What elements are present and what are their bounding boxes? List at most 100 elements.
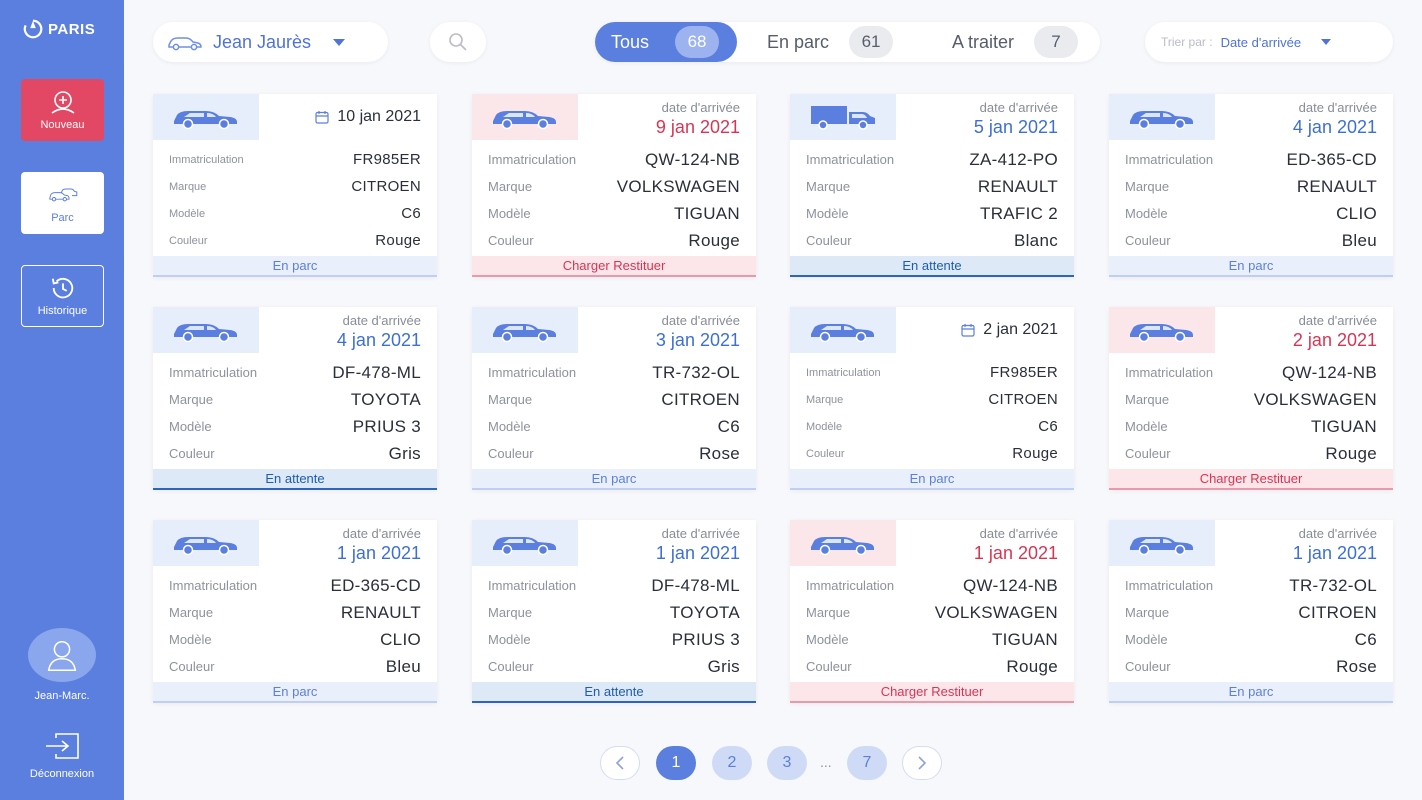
vehicle-thumbnail [153, 520, 259, 566]
filter-all-label: Tous [611, 31, 650, 52]
model-label: Modèle [1125, 632, 1168, 647]
history-button-label: Historique [37, 305, 88, 317]
vehicle-card[interactable]: date d'arrivée 4 jan 2021 Immatriculatio… [1109, 94, 1393, 277]
brand-row: Marque TOYOTA [169, 386, 421, 413]
vehicle-card[interactable]: date d'arrivée 1 jan 2021 Immatriculatio… [790, 520, 1074, 703]
color-row: Couleur Blanc [806, 227, 1058, 254]
model-row: Modèle C6 [1125, 626, 1377, 653]
color-row: Couleur Rouge [806, 653, 1058, 680]
arrival-date: 10 jan 2021 [315, 108, 421, 126]
plate-label: Immatriculation [1125, 365, 1214, 380]
sort-label: Trier par : [1161, 35, 1213, 49]
new-button[interactable]: Nouveau [21, 79, 104, 141]
chevron-down-icon [333, 38, 346, 46]
page-2-button[interactable]: 2 [712, 746, 752, 780]
brand-label: Marque [488, 605, 533, 620]
brand-label: Marque [169, 605, 214, 620]
model-row: Modèle PRIUS 3 [488, 626, 740, 653]
color-value: Blanc [1013, 230, 1058, 250]
brand-row: Marque RENAULT [1125, 173, 1377, 200]
vehicle-card[interactable]: date d'arrivée 5 jan 2021 Immatriculatio… [790, 94, 1074, 277]
plate-row: Immatriculation DF-478-ML [488, 572, 740, 599]
vehicle-card[interactable]: 2 jan 2021 Immatriculation FR985ER Marque… [790, 307, 1074, 490]
model-value: C6 [401, 205, 421, 222]
vehicle-details: Immatriculation FR985ER Marque CITROEN Mod… [169, 146, 421, 254]
vehicle-thumbnail [790, 94, 896, 140]
arrival-date-label: date d'arrivée [979, 526, 1058, 541]
brand-row: Marque CITROEN [806, 386, 1058, 413]
car-icon [1130, 537, 1193, 556]
page-3-button[interactable]: 3 [767, 746, 807, 780]
vehicle-card[interactable]: date d'arrivée 1 jan 2021 Immatriculatio… [472, 520, 756, 703]
arrival-date-value: 1 jan 2021 [655, 543, 740, 563]
plate-row: Immatriculation QW-124-NB [806, 572, 1058, 599]
arrival-date-label: date d'arrivée [1298, 526, 1377, 541]
arrival-date: date d'arrivée 2 jan 2021 [1293, 313, 1377, 351]
location-select[interactable]: Jean Jaurès [153, 22, 388, 62]
arrival-date-value: 1 jan 2021 [973, 543, 1058, 563]
plate-label: Immatriculation [169, 153, 244, 166]
model-value: PRIUS 3 [671, 629, 740, 649]
plate-label: Immatriculation [488, 578, 577, 593]
color-label: Couleur [169, 446, 215, 461]
brand-label: Marque [169, 180, 207, 193]
arrival-date: date d'arrivée 1 jan 2021 [974, 526, 1058, 564]
plate-row: Immatriculation TR-732-OL [488, 359, 740, 386]
filter-to-process[interactable]: A traiter 7 [952, 22, 1079, 62]
vehicle-card[interactable]: 10 jan 2021 Immatriculation FR985ER Marqu… [153, 94, 437, 277]
search-icon [449, 33, 467, 51]
prev-page-button[interactable] [600, 746, 640, 780]
page-7-button[interactable]: 7 [847, 746, 887, 780]
arrival-date-value: 2 jan 2021 [1292, 330, 1377, 350]
color-value: Gris [707, 656, 740, 676]
color-label: Couleur [806, 233, 852, 248]
plate-label: Immatriculation [806, 366, 881, 379]
page-1-button[interactable]: 1 [656, 746, 696, 780]
model-row: Modèle TIGUAN [1125, 413, 1377, 440]
vehicle-card[interactable]: date d'arrivée 2 jan 2021 Immatriculatio… [1109, 307, 1393, 490]
plate-row: Immatriculation ZA-412-PO [806, 146, 1058, 173]
arrival-date-label: date d'arrivée [342, 313, 421, 328]
vehicle-card[interactable]: date d'arrivée 1 jan 2021 Immatriculatio… [1109, 520, 1393, 703]
color-row: Couleur Gris [169, 440, 421, 467]
color-label: Couleur [1125, 659, 1171, 674]
vehicle-card[interactable]: date d'arrivée 9 jan 2021 Immatriculatio… [472, 94, 756, 277]
plate-label: Immatriculation [169, 578, 258, 593]
model-row: Modèle C6 [806, 413, 1058, 440]
arrival-date-value: 5 jan 2021 [973, 117, 1058, 137]
model-value: CLIO [1336, 203, 1377, 223]
history-button[interactable]: Historique [21, 265, 104, 327]
car-icon [1130, 111, 1193, 130]
color-label: Couleur [806, 659, 852, 674]
next-page-button[interactable] [902, 746, 942, 780]
model-value: C6 [717, 416, 740, 436]
parc-button[interactable]: Parc [21, 172, 104, 234]
filter-in-parc[interactable]: En parc 61 [767, 22, 894, 62]
color-value: Bleu [385, 656, 421, 676]
plate-value: QW-124-NB [1282, 362, 1377, 382]
car-icon [493, 537, 556, 556]
plate-row: Immatriculation FR985ER [806, 359, 1058, 386]
arrival-date: date d'arrivée 1 jan 2021 [1293, 526, 1377, 564]
avatar[interactable] [28, 628, 96, 682]
plate-row: Immatriculation TR-732-OL [1125, 572, 1377, 599]
vehicle-card[interactable]: date d'arrivée 3 jan 2021 Immatriculatio… [472, 307, 756, 490]
plate-value: DF-478-ML [332, 362, 421, 382]
model-label: Modèle [488, 206, 531, 221]
search-button[interactable] [430, 22, 486, 62]
model-label: Modèle [1125, 206, 1168, 221]
filter-all[interactable]: Tous 68 [595, 22, 737, 62]
color-value: Rouge [688, 230, 740, 250]
vehicle-card[interactable]: date d'arrivée 4 jan 2021 Immatriculatio… [153, 307, 437, 490]
add-vehicle-icon [51, 91, 74, 114]
vehicle-card[interactable]: date d'arrivée 1 jan 2021 Immatriculatio… [153, 520, 437, 703]
status-badge: Charger Restituer [472, 256, 756, 277]
plate-value: TR-732-OL [1289, 575, 1377, 595]
new-button-label: Nouveau [40, 119, 85, 131]
vehicle-details: Immatriculation ED-365-CD Marque RENAULT M… [1125, 146, 1377, 254]
plate-value: TR-732-OL [652, 362, 740, 382]
arrival-date: date d'arrivée 5 jan 2021 [974, 100, 1058, 138]
sort-select[interactable]: Trier par : Date d'arrivée [1145, 22, 1393, 62]
logout-button[interactable]: Déconnexion [0, 732, 124, 780]
color-row: Couleur Rouge [488, 227, 740, 254]
